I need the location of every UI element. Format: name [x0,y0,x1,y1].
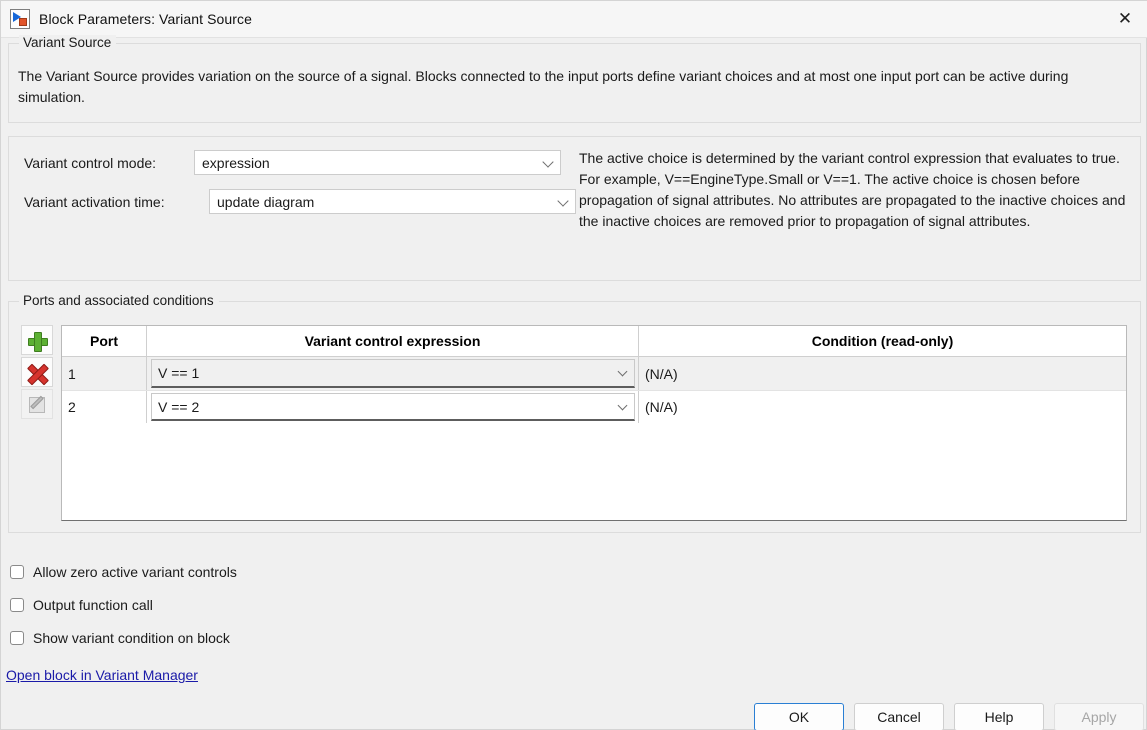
ports-group-legend: Ports and associated conditions [19,293,219,308]
description-group-legend: Variant Source [19,35,116,50]
checkbox-box[interactable] [10,631,24,645]
block-parameters-dialog: Block Parameters: Variant Source ✕ Varia… [0,0,1147,730]
variant-activation-time-select[interactable]: update diagram [209,189,576,214]
checkbox-show-variant-condition-on-block[interactable]: Show variant condition on block [10,630,230,646]
cancel-button[interactable]: Cancel [854,703,944,730]
variant-control-mode-value: expression [202,155,270,171]
expression-value: V == 1 [158,365,199,381]
checkbox-output-function-call[interactable]: Output function call [10,597,153,613]
expression-select[interactable]: V == 2 [151,393,635,421]
column-header-variant-control-expression: Variant control expression [147,326,639,356]
variant-activation-time-label: Variant activation time: [24,194,209,210]
cell-condition: (N/A) [639,357,1126,390]
cell-expression[interactable]: V == 2 [147,391,639,423]
edit-row-button [21,389,53,419]
checkbox-box[interactable] [10,598,24,612]
chevron-down-icon [618,400,628,410]
variant-control-help-text: The active choice is determined by the v… [579,148,1139,232]
ports-conditions-table: Port Variant control expression Conditio… [61,325,1127,521]
help-button[interactable]: Help [954,703,1044,730]
checkbox-label: Output function call [33,597,153,613]
checkbox-label: Show variant condition on block [33,630,230,646]
open-block-in-variant-manager-link[interactable]: Open block in Variant Manager [6,667,198,683]
variant-control-mode-row: Variant control mode: expression [24,150,561,175]
chevron-down-icon [557,195,568,206]
variant-control-mode-select[interactable]: expression [194,150,561,175]
ports-and-conditions-group: Ports and associated conditions Port Var… [8,301,1141,533]
checkbox-label: Allow zero active variant controls [33,564,237,580]
table-toolbar [21,325,55,421]
checkbox-allow-zero-active-variant-controls[interactable]: Allow zero active variant controls [10,564,237,580]
ok-button[interactable]: OK [754,703,844,730]
variant-activation-time-value: update diagram [217,194,314,210]
variant-source-description-group: Variant Source The Variant Source provid… [8,43,1141,123]
window-title: Block Parameters: Variant Source [39,11,252,27]
table-empty-area [62,423,1126,521]
table-row[interactable]: 1 V == 1 (N/A) [62,357,1126,390]
column-header-port: Port [62,326,147,356]
close-icon[interactable]: ✕ [1102,1,1147,37]
apply-button: Apply [1054,703,1144,730]
description-text: The Variant Source provides variation on… [18,66,1130,108]
cell-condition: (N/A) [639,391,1126,423]
cell-port: 1 [62,357,147,390]
cell-expression[interactable]: V == 1 [147,357,639,390]
expression-value: V == 2 [158,399,199,415]
variant-activation-time-row: Variant activation time: update diagram [24,189,576,214]
add-row-button[interactable] [21,325,53,355]
title-bar: Block Parameters: Variant Source ✕ [1,1,1147,38]
delete-row-button[interactable] [21,357,53,387]
chevron-down-icon [542,156,553,167]
variant-source-icon [10,9,30,29]
cell-port: 2 [62,391,147,423]
chevron-down-icon [618,367,628,377]
expression-select[interactable]: V == 1 [151,359,635,388]
column-header-condition: Condition (read-only) [639,326,1126,356]
checkbox-box[interactable] [10,565,24,579]
table-header-row: Port Variant control expression Conditio… [62,326,1126,357]
table-row[interactable]: 2 V == 2 (N/A) [62,390,1126,423]
variant-control-mode-label: Variant control mode: [24,155,194,171]
